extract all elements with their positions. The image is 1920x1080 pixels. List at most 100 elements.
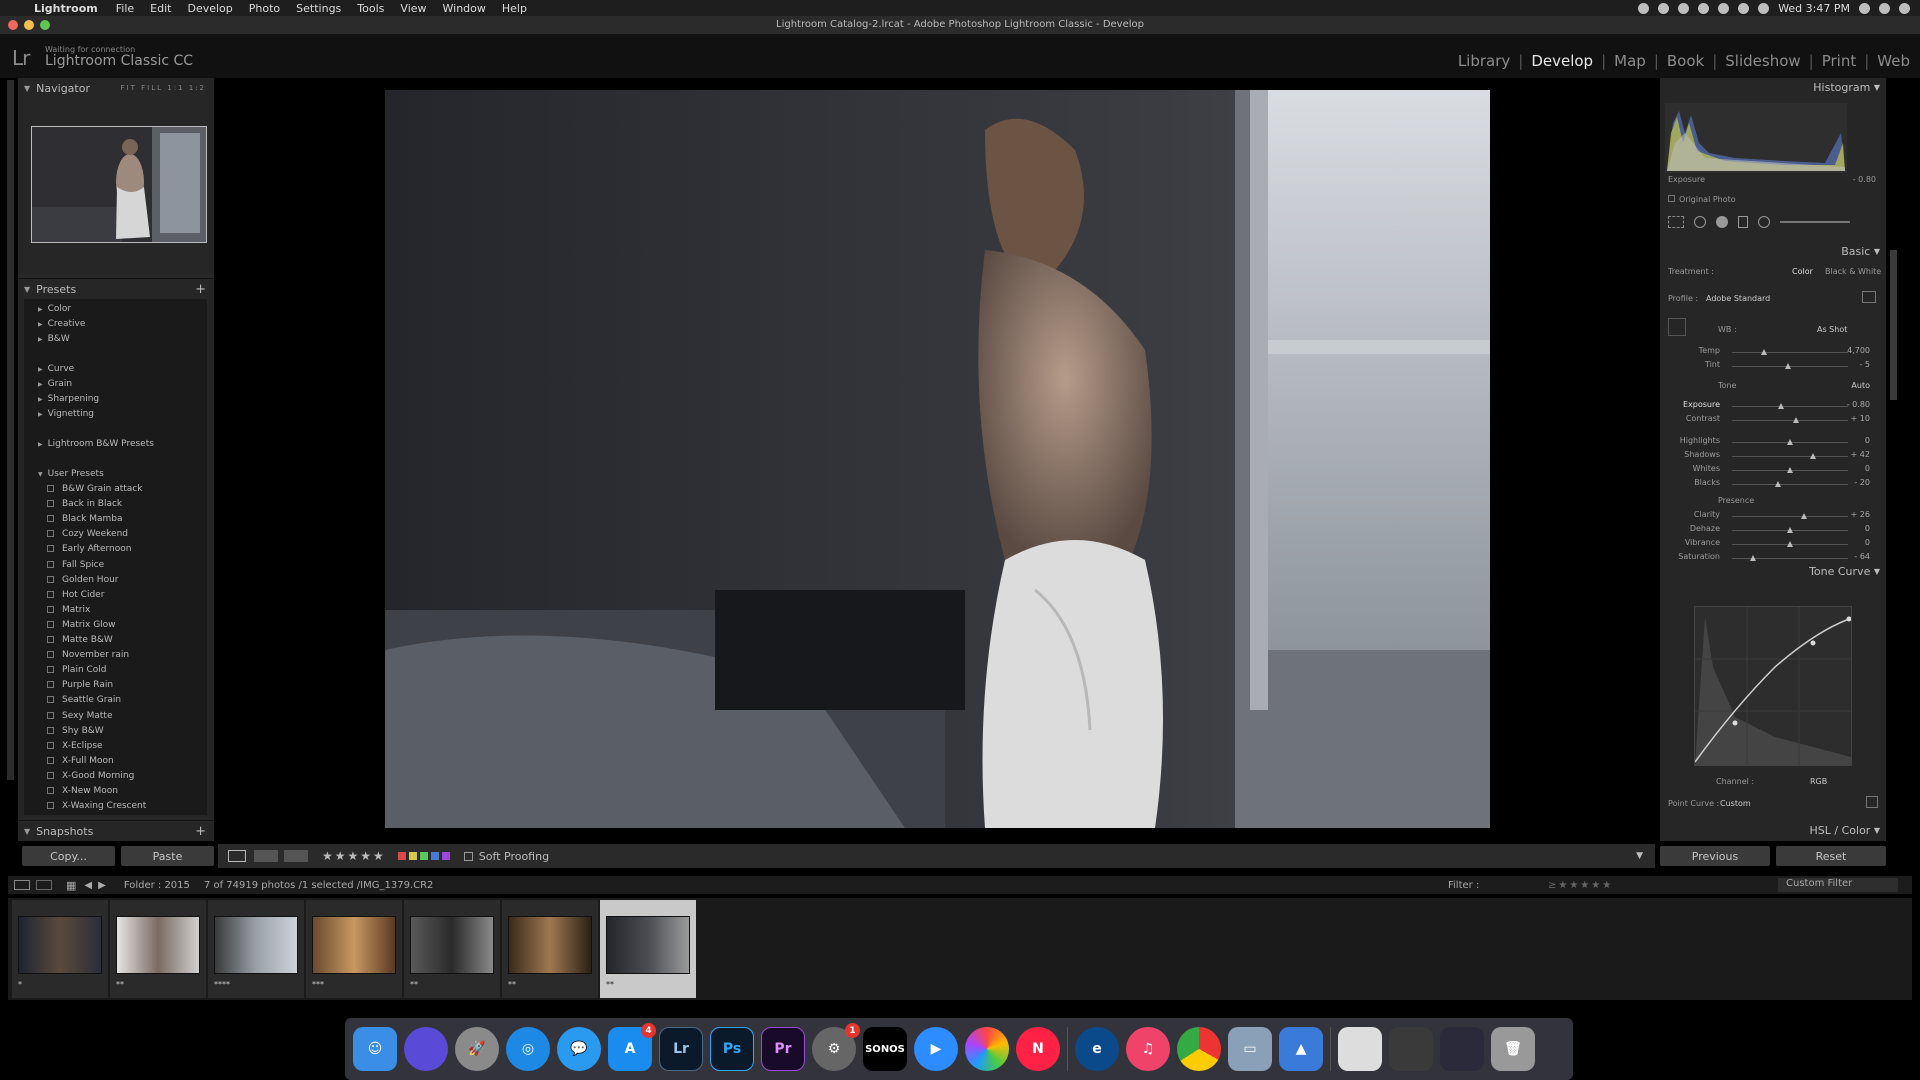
user-avatar-icon[interactable] (1879, 2, 1890, 14)
point-curve-select[interactable]: Custom (1720, 799, 1751, 808)
zoom-window-icon[interactable] (40, 20, 50, 30)
menu-photo[interactable]: Photo (249, 2, 280, 15)
red-label-icon[interactable] (397, 852, 406, 860)
slider-value[interactable]: 4,700 (1830, 346, 1870, 355)
filmstrip-thumb-selected[interactable]: ** (600, 900, 696, 998)
news-icon[interactable]: N (1016, 1027, 1060, 1071)
minimize-window-icon[interactable] (24, 20, 34, 30)
user-preset-item[interactable]: X-Eclipse (47, 739, 103, 753)
slider-value[interactable]: + 26 (1830, 510, 1870, 519)
treatment-color[interactable]: Color (1792, 267, 1813, 276)
presets-header[interactable]: ▼ Presets + (18, 279, 214, 299)
menu-settings[interactable]: Settings (296, 2, 341, 15)
user-preset-item[interactable]: Matrix Glow (47, 618, 116, 632)
zoom-fill[interactable]: FILL (141, 84, 163, 92)
zoom-1-1[interactable]: 1:1 (167, 84, 184, 92)
profile-select[interactable]: Adobe Standard (1706, 294, 1770, 303)
user-preset-item[interactable]: X-New Moon (47, 784, 118, 798)
bell-icon[interactable] (1718, 2, 1730, 14)
slider-thumb[interactable] (1787, 439, 1793, 445)
photoshop-dock-icon[interactable]: Ps (710, 1027, 754, 1071)
yellow-label-icon[interactable] (408, 852, 417, 860)
preset-group[interactable]: ▶ Color (38, 302, 71, 316)
slider-thumb[interactable] (1787, 527, 1793, 533)
close-window-icon[interactable] (8, 20, 18, 30)
desktop-stack-icon[interactable] (1440, 1027, 1484, 1071)
slider-thumb[interactable] (1775, 481, 1782, 487)
clock[interactable]: Wed 3:47 PM (1778, 2, 1850, 15)
chrome-icon[interactable] (1177, 1027, 1221, 1071)
original-photo-toggle[interactable]: Original Photo (1668, 195, 1736, 204)
hsl-header[interactable]: HSL / Color ▼ (1660, 821, 1886, 839)
user-preset-item[interactable]: Cozy Weekend (47, 527, 128, 541)
edge-icon[interactable]: e (1075, 1027, 1119, 1071)
profile-browser-icon[interactable] (1862, 291, 1876, 303)
copy-button[interactable]: Copy... (22, 846, 115, 866)
filmstrip-thumb[interactable]: * (12, 900, 108, 998)
trash-icon[interactable]: 🗑 (1491, 1027, 1535, 1071)
zoom-fit[interactable]: FIT (121, 84, 137, 92)
yy-compare-icon[interactable] (284, 850, 308, 862)
blue-label-icon[interactable] (430, 852, 439, 860)
slider-dehaze[interactable]: Dehaze 0 (1672, 524, 1882, 537)
slider-highlights[interactable]: Highlights 0 (1672, 436, 1882, 449)
curve-edit-icon[interactable] (1866, 796, 1878, 808)
main-photo[interactable] (385, 90, 1490, 828)
tone-curve-graph[interactable] (1694, 606, 1852, 766)
slider-value[interactable]: - 20 (1830, 478, 1870, 487)
before-after-icon[interactable] (254, 850, 278, 862)
module-library[interactable]: Library (1458, 52, 1510, 70)
sonos-icon[interactable]: SONOS (863, 1027, 907, 1071)
snapshots-header[interactable]: ▼ Snapshots + (18, 821, 214, 841)
wb-eyedropper-icon[interactable] (1668, 318, 1686, 336)
right-panel-scrollbar[interactable] (1890, 250, 1897, 400)
user-preset-item[interactable]: X-Full Moon (47, 754, 114, 768)
slider-value[interactable]: 0 (1830, 524, 1870, 533)
user-preset-item[interactable]: B&W Grain attack (47, 482, 142, 496)
red-eye-icon[interactable] (1716, 216, 1728, 228)
treatment-bw[interactable]: Black & White (1825, 267, 1881, 276)
purple-label-icon[interactable] (441, 852, 450, 860)
preview-icon[interactable]: ▭ (1228, 1027, 1272, 1071)
slider-value[interactable]: 0 (1830, 436, 1870, 445)
main-window-icon[interactable] (14, 880, 30, 890)
cloud-icon[interactable] (1678, 2, 1690, 14)
menu-file[interactable]: File (116, 2, 134, 15)
slider-value[interactable]: - 64 (1830, 552, 1870, 561)
module-web[interactable]: Web (1877, 52, 1910, 70)
premiere-dock-icon[interactable]: Pr (761, 1027, 805, 1071)
dropbox-icon[interactable] (1658, 2, 1670, 14)
preset-group[interactable]: ▶ Vignetting (38, 407, 94, 421)
menu-view[interactable]: View (400, 2, 426, 15)
menu-app-name[interactable]: Lightroom (34, 2, 98, 15)
filmstrip-thumb[interactable]: ** (502, 900, 598, 998)
slider-whites[interactable]: Whites 0 (1672, 464, 1882, 477)
slider-tint[interactable]: Tint - 5 (1672, 360, 1882, 373)
user-preset-item[interactable]: Back in Black (47, 497, 122, 511)
slider-thumb[interactable] (1749, 555, 1756, 561)
loupe-view-icon[interactable] (228, 850, 246, 862)
back-arrow-icon[interactable]: ◀ (84, 880, 92, 891)
histogram[interactable] (1665, 103, 1847, 173)
user-preset-item[interactable]: Seattle Grain (47, 693, 121, 707)
channel-select[interactable]: RGB (1810, 777, 1827, 786)
filmstrip-thumb[interactable]: **** (208, 900, 304, 998)
zoom-1-2[interactable]: 1:2 (189, 84, 206, 92)
menu-edit[interactable]: Edit (150, 2, 171, 15)
slider-value[interactable]: - 5 (1830, 360, 1870, 369)
menu-window[interactable]: Window (443, 2, 486, 15)
left-panel-scrollbar[interactable] (7, 80, 14, 780)
search-icon[interactable] (1859, 2, 1870, 14)
basic-header[interactable]: Basic ▼ (1660, 242, 1886, 260)
slider-thumb[interactable] (1787, 541, 1793, 547)
star-rating-icon[interactable]: ★★★★★ (322, 849, 386, 863)
preset-group[interactable]: ▶ Creative (38, 317, 85, 331)
toolbar-menu-chevron-icon[interactable]: ▼ (1636, 851, 1643, 861)
app-store-icon[interactable]: A4 (608, 1023, 656, 1071)
gmail-icon[interactable] (1698, 2, 1710, 14)
slider-temp[interactable]: Temp 4,700 (1672, 346, 1882, 359)
downloads-stack-icon[interactable] (1389, 1027, 1433, 1071)
system-preferences-icon[interactable]: ⚙ 1 (812, 1023, 860, 1071)
slider-value[interactable]: + 42 (1830, 450, 1870, 459)
user-preset-item[interactable]: Hot Cider (47, 588, 104, 602)
